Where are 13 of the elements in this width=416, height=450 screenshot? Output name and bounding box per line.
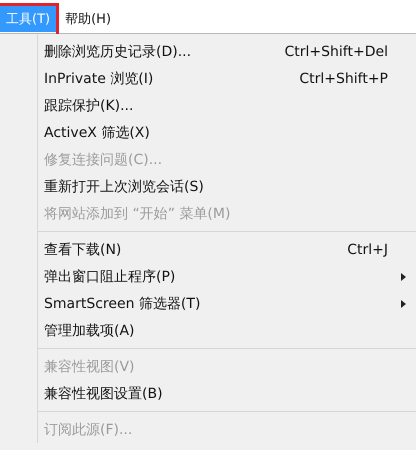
menu-item[interactable]: 查看下载(N) Ctrl+J xyxy=(38,236,416,263)
menu-item[interactable]: ActiveX 筛选(X) xyxy=(38,119,416,146)
menu-title[interactable]: 帮助(H) xyxy=(59,6,118,32)
menu-item[interactable]: 管理加载项(A) xyxy=(38,317,416,344)
menu-item[interactable]: InPrivate 浏览(I) Ctrl+Shift+P xyxy=(38,65,416,92)
menu-item[interactable]: SmartScreen 筛选器(T) xyxy=(38,290,416,317)
menu-item[interactable]: 删除浏览历史记录(D)... Ctrl+Shift+Del xyxy=(38,38,416,65)
menu-item[interactable]: 兼容性视图设置(B) xyxy=(38,380,416,407)
menu-item[interactable]: 重新打开上次浏览会话(S) xyxy=(38,173,416,200)
menu-item[interactable]: 弹出窗口阻止程序(P) xyxy=(38,263,416,290)
submenu-arrow-icon xyxy=(401,272,406,280)
menu-item[interactable]: 跟踪保护(K)... xyxy=(38,92,416,119)
submenu-arrow-icon xyxy=(401,300,406,308)
